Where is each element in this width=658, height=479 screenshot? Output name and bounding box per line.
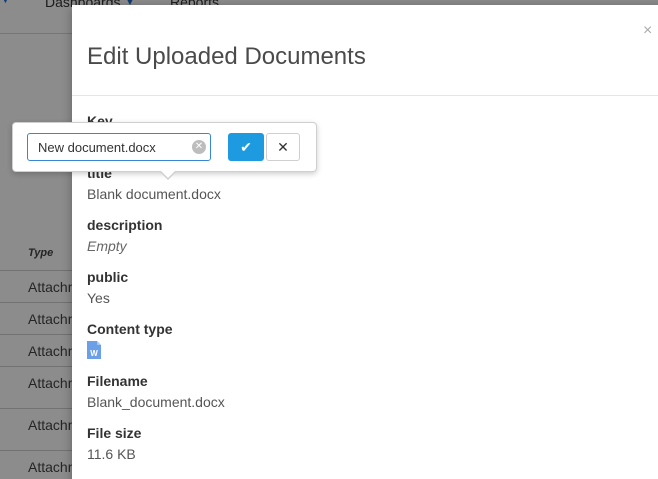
field-label-filename: Filename [87, 373, 148, 389]
clear-input-icon[interactable]: ✕ [192, 140, 206, 154]
field-value-file-size: 11.6 KB [87, 446, 136, 462]
cancel-button[interactable]: ✕ [266, 133, 300, 161]
save-button[interactable]: ✔ [228, 133, 264, 161]
field-value-filename: Blank_document.docx [87, 394, 225, 410]
popover-arrow-inner [161, 171, 175, 178]
title-edit-field[interactable]: ✕ [27, 133, 211, 161]
title-edit-input[interactable] [28, 134, 188, 160]
field-label-file-size: File size [87, 425, 142, 441]
inline-edit-popover: ✕ ✔ ✕ [12, 122, 317, 180]
edit-documents-modal: Edit Uploaded Documents × Key title Blan… [72, 5, 658, 479]
field-value-description[interactable]: Empty [87, 238, 127, 254]
field-label-public: public [87, 269, 129, 285]
screen: ▼ Dashboards ▼ Reports Type Attachment A… [0, 0, 658, 479]
field-value-public[interactable]: Yes [87, 290, 110, 306]
modal-title: Edit Uploaded Documents [87, 43, 366, 70]
close-icon[interactable]: × [643, 22, 652, 40]
word-document-icon: W [87, 341, 101, 359]
field-label-description: description [87, 217, 163, 233]
modal-divider [72, 95, 658, 96]
field-label-content-type: Content type [87, 321, 173, 337]
svg-text:W: W [90, 349, 98, 358]
field-value-title[interactable]: Blank document.docx [87, 186, 221, 202]
